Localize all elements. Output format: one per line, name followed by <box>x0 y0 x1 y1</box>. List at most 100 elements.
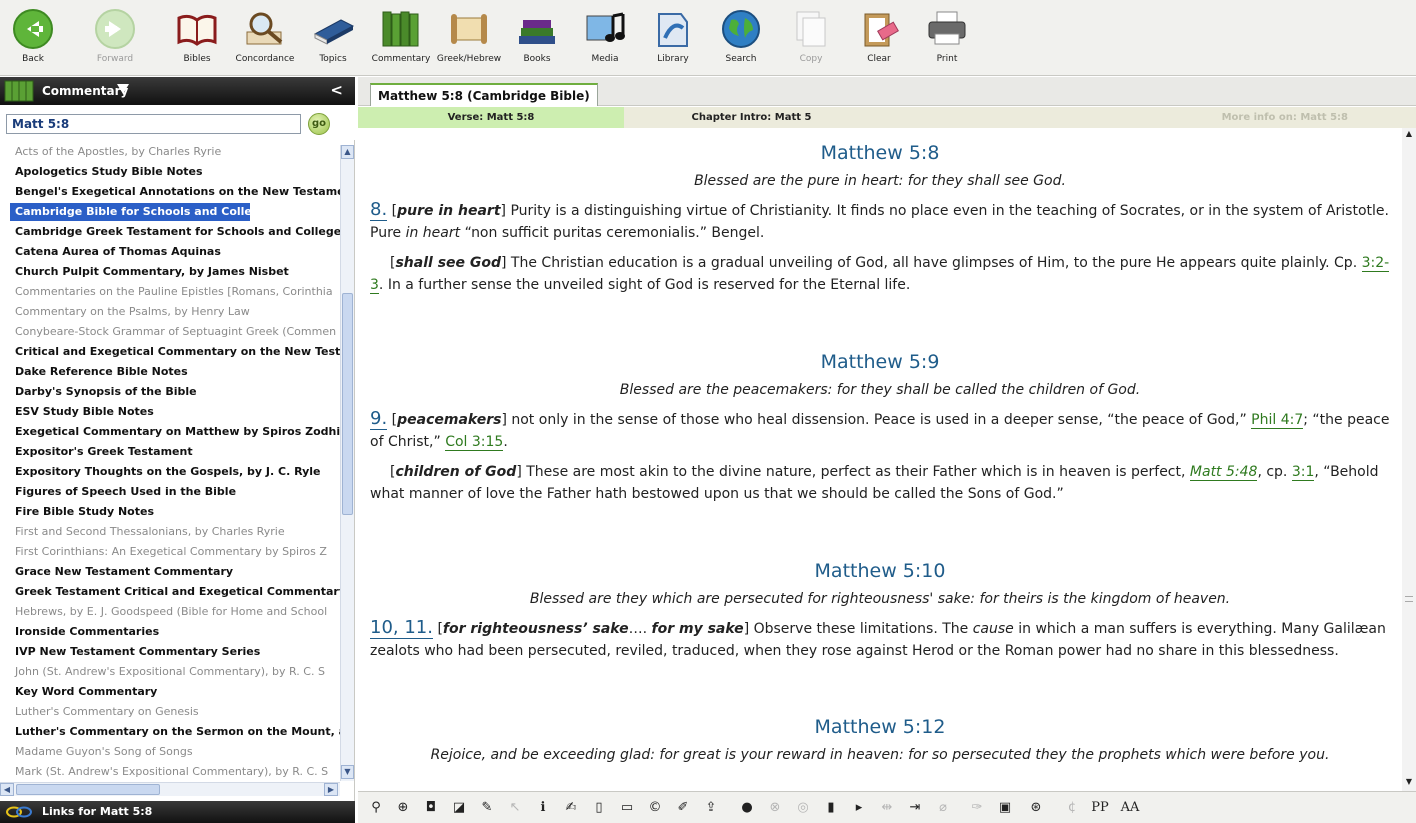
bibles-button[interactable]: Bibles <box>164 8 230 68</box>
commentary-list-item[interactable]: John (St. Andrew's Expositional Commenta… <box>10 663 340 681</box>
commentary-list-item[interactable]: Conybeare-Stock Grammar of Septuagint Gr… <box>10 323 340 341</box>
scroll-up-arrow-icon[interactable]: ▲ <box>1402 128 1416 140</box>
paragraph-style-button[interactable]: PP <box>1088 800 1112 816</box>
brackets-circle-icon[interactable]: ◎ <box>795 800 811 816</box>
scripture-link[interactable]: Col 3:15 <box>445 434 504 451</box>
document-tab[interactable]: Matthew 5:8 (Cambridge Bible) <box>370 83 598 106</box>
back-button[interactable]: Back <box>0 8 66 68</box>
search-icon[interactable]: ⚲ <box>368 800 384 816</box>
commentary-list-item[interactable]: Mark (St. Andrew's Expositional Commenta… <box>10 763 340 777</box>
commentary-list-item[interactable]: Ironside Commentaries <box>10 623 340 641</box>
note-number[interactable]: 8. <box>370 199 388 221</box>
commentary-list-item[interactable]: Dake Reference Bible Notes <box>10 363 340 381</box>
greek-hebrew-button[interactable]: Greek/Hebrew <box>436 8 502 68</box>
commentary-list-item[interactable]: Figures of Speech Used in the Bible <box>10 483 340 501</box>
note-number[interactable]: 9. <box>370 408 388 430</box>
edit-page-icon[interactable]: ✎ <box>479 800 495 816</box>
split-icon[interactable]: ⇹ <box>879 800 895 816</box>
scroll-down-arrow-icon[interactable]: ▼ <box>341 765 354 779</box>
commentary-list-item[interactable]: Commentary on the Psalms, by Henry Law <box>10 303 340 321</box>
commentary-list-item[interactable]: First Corinthians: An Exegetical Comment… <box>10 543 340 561</box>
scripture-link[interactable]: Phil 4:7 <box>1251 412 1304 429</box>
scroll-down-arrow-icon[interactable]: ▼ <box>1402 776 1416 788</box>
commentary-list-item[interactable]: Church Pulpit Commentary, by James Nisbe… <box>10 263 340 281</box>
tab-more-info[interactable]: More info on: Matt 5:8 <box>1158 107 1408 128</box>
copy-button[interactable]: Copy <box>778 8 844 68</box>
commentary-list-item[interactable]: Expositor's Greek Testament <box>10 443 340 461</box>
commentary-list-item[interactable]: Commentaries on the Pauline Epistles [Ro… <box>10 283 340 301</box>
font-size-button[interactable]: AA <box>1118 800 1142 816</box>
commentary-list-item[interactable]: Madame Guyon's Song of Songs <box>10 743 340 761</box>
page-arrow-icon[interactable]: ▸ <box>851 800 867 816</box>
forward-button[interactable]: Forward <box>82 8 148 68</box>
copyright-small-icon[interactable]: ¢ <box>1064 800 1080 816</box>
commentary-list-item[interactable]: Darby's Synopsis of the Bible <box>10 383 340 401</box>
export-icon[interactable]: ⇥ <box>907 800 923 816</box>
commentary-list-item[interactable]: Greek Testament Critical and Exegetical … <box>10 583 340 601</box>
books-button[interactable]: Books <box>504 8 570 68</box>
media-button[interactable]: Media <box>572 8 638 68</box>
search-button[interactable]: Search <box>708 8 774 68</box>
highlight-pen-icon[interactable]: ✐ <box>675 800 691 816</box>
panel-title[interactable]: Commentary <box>42 84 128 98</box>
arrow-box-icon[interactable]: ◪ <box>451 800 467 816</box>
commentary-list-item[interactable]: Exegetical Commentary on Matthew by Spir… <box>10 423 340 441</box>
dropdown-caret-icon[interactable] <box>117 84 129 94</box>
list-vertical-scrollbar[interactable]: ▲ ▼ <box>340 145 354 781</box>
scroll-thumb[interactable] <box>342 293 353 515</box>
commentary-button[interactable]: Commentary <box>368 8 434 68</box>
reference-input[interactable] <box>6 114 301 134</box>
commentary-list-item[interactable]: Expository Thoughts on the Gospels, by J… <box>10 463 340 481</box>
commentary-list-item[interactable]: Critical and Exegetical Commentary on th… <box>10 343 340 361</box>
cursor-circle-icon[interactable]: ● <box>739 800 755 816</box>
tab-chapter-intro[interactable]: Chapter Intro: Matt 5 <box>624 107 879 128</box>
strike-icon[interactable]: ⌀ <box>935 800 951 816</box>
bookmark-page-icon[interactable]: ▯ <box>591 800 607 816</box>
print-button[interactable]: Print <box>914 8 980 68</box>
pointer-icon[interactable]: ↖ <box>507 800 523 816</box>
note-text-icon[interactable]: ✍ <box>563 800 579 816</box>
commentary-list-item[interactable]: Luther's Commentary on Genesis <box>10 703 340 721</box>
topics-button[interactable]: Topics <box>300 8 366 68</box>
cancel-circle-icon[interactable]: ⊗ <box>767 800 783 816</box>
edit-box-icon[interactable]: ▣ <box>997 800 1013 816</box>
commentary-list-item[interactable]: IVP New Testament Commentary Series <box>10 643 340 661</box>
commentary-list-item[interactable]: Fire Bible Study Notes <box>10 503 340 521</box>
info-text-icon[interactable]: ℹ <box>535 800 551 816</box>
commentary-list-item[interactable]: Hebrews, by E. J. Goodspeed (Bible for H… <box>10 603 340 621</box>
commentary-list-item[interactable]: Bengel's Exegetical Annotations on the N… <box>10 183 340 201</box>
pen-disabled-icon[interactable]: ✑ <box>969 800 985 816</box>
copyright-icon[interactable]: © <box>647 800 663 816</box>
web-globe-icon[interactable]: ⊛ <box>1028 800 1044 816</box>
upload-icon[interactable]: ⇪ <box>703 800 719 816</box>
scripture-link[interactable]: Matt 5:48 <box>1189 464 1258 481</box>
commentary-list-item[interactable]: Grace New Testament Commentary <box>10 563 340 581</box>
concordance-button[interactable]: Concordance <box>232 8 298 68</box>
tab-verse[interactable]: Verse: Matt 5:8 <box>358 107 624 128</box>
commentary-list-item[interactable]: Luther's Commentary on the Sermon on the… <box>10 723 340 741</box>
collapse-panel-button[interactable]: < <box>330 81 343 99</box>
commentary-list-item[interactable]: Key Word Commentary <box>10 683 340 701</box>
list-horizontal-scrollbar[interactable]: ◀ ▶ <box>0 782 340 796</box>
commentary-list-item[interactable]: Acts of the Apostles, by Charles Ryrie <box>10 143 340 161</box>
note-number[interactable]: 10, 11. <box>370 617 433 639</box>
library-button[interactable]: Library <box>640 8 706 68</box>
links-bar[interactable]: Links for Matt 5:8 <box>0 801 355 823</box>
content-vertical-scrollbar[interactable]: ▲ ▼ <box>1402 128 1416 791</box>
find-in-page-icon[interactable]: ◘ <box>423 800 439 816</box>
scroll-left-arrow-icon[interactable]: ◀ <box>0 783 14 796</box>
commentary-list-item[interactable]: Apologetics Study Bible Notes <box>10 163 340 181</box>
search-plus-icon[interactable]: ⊕ <box>395 800 411 816</box>
scroll-up-arrow-icon[interactable]: ▲ <box>341 145 354 159</box>
scroll-right-arrow-icon[interactable]: ▶ <box>324 783 338 796</box>
commentary-list-item[interactable]: Cambridge Bible for Schools and Colleges <box>10 203 250 221</box>
scroll-thumb[interactable] <box>1405 596 1413 602</box>
page-link-icon[interactable]: ▮ <box>823 800 839 816</box>
commentary-list-item[interactable]: ESV Study Bible Notes <box>10 403 340 421</box>
scripture-link[interactable]: 3:1 <box>1291 464 1315 481</box>
commentary-list-item[interactable]: First and Second Thessalonians, by Charl… <box>10 523 340 541</box>
commentary-list-item[interactable]: Cambridge Greek Testament for Schools an… <box>10 223 340 241</box>
clear-button[interactable]: Clear <box>846 8 912 68</box>
go-button[interactable]: go <box>308 113 330 135</box>
page-icon[interactable]: ▭ <box>619 800 635 816</box>
